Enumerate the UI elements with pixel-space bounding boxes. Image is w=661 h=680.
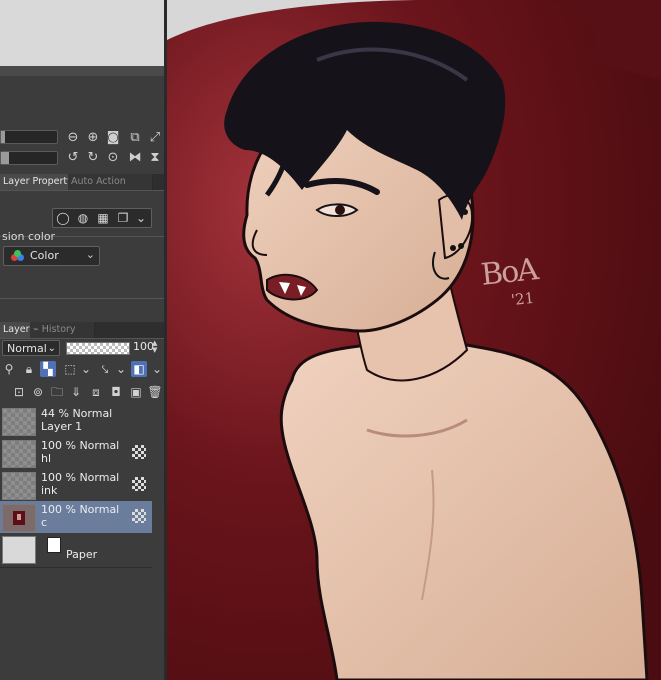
chevron-down-icon[interactable]: ⌄ — [133, 210, 149, 226]
transfer-down-icon[interactable]: ⇓ — [68, 384, 84, 400]
paper-icon — [47, 537, 61, 553]
layer-meta: 100 % Normal c — [41, 503, 119, 529]
layer-thumbnail — [2, 536, 36, 564]
paper-layer-name: Paper — [66, 548, 98, 561]
layer-thumbnail — [2, 504, 36, 532]
zoom-in-icon[interactable]: ⊕ — [85, 130, 101, 146]
create-mask-icon[interactable]: ◘ — [108, 384, 124, 400]
layer-name: c — [41, 516, 48, 529]
layer-meta: 100 % Normal hl — [41, 439, 119, 465]
clip-icon[interactable]: ⬚ — [62, 361, 78, 377]
transparency-lock-icon — [132, 445, 146, 459]
layer-row[interactable]: 100 % Normal hl — [0, 437, 152, 470]
artist-signature-year: '21 — [510, 288, 536, 310]
layer-thumbnail — [2, 472, 36, 500]
fit-window-icon[interactable]: ⤢ — [147, 130, 163, 146]
opacity-slider[interactable] — [66, 342, 130, 355]
chevron-down-icon[interactable]: ⌄ — [113, 361, 129, 377]
border-effect-icon[interactable]: ◯ — [55, 210, 71, 226]
mask-icon[interactable]: ⤥ — [97, 361, 113, 377]
navigator-preview — [0, 0, 166, 66]
layer-opacity-mode: 100 % Normal — [41, 439, 120, 452]
reference-layer-icon[interactable]: ⚲ — [1, 361, 17, 377]
tab-layer[interactable]: Layer — [0, 322, 33, 338]
chevron-down-icon: ⌄ — [85, 248, 95, 261]
layer-effect-buttons: ◯ ◍ ▦ ❐ ⌄ — [52, 208, 152, 228]
layer-color-icon[interactable]: ◧ — [131, 361, 147, 377]
layer-opacity-mode: 100 % Normal — [41, 503, 120, 516]
panel-header — [0, 66, 166, 76]
layer-color-icon[interactable]: ❐ — [115, 210, 131, 226]
expression-color-icon[interactable]: ◍ — [75, 210, 91, 226]
actual-size-icon[interactable]: ⧉ — [127, 130, 143, 146]
layer-row[interactable]: 44 % Normal Layer 1 — [0, 405, 152, 438]
layer-row[interactable]: 100 % Normal ink — [0, 469, 152, 502]
flip-horizontal-icon[interactable]: ⧓ — [127, 150, 143, 166]
zoom-out-icon[interactable]: ⊖ — [65, 130, 81, 146]
lock-transparent-icon[interactable]: ▚ — [40, 361, 56, 377]
thumbnail-art — [13, 511, 25, 525]
rotate-right-icon[interactable]: ↻ — [85, 150, 101, 166]
rotate-left-icon[interactable]: ↺ — [65, 150, 81, 166]
fit-icon[interactable]: ◙ — [105, 130, 121, 146]
new-raster-layer-icon[interactable]: ⊡ — [11, 384, 27, 400]
canvas[interactable]: BoA '21 — [167, 0, 661, 680]
expression-color-label: sion color — [2, 230, 56, 243]
tab-history-label: History — [41, 324, 76, 335]
blend-mode-value: Normal — [7, 342, 47, 355]
blend-mode-select[interactable]: Normal ⌄ — [2, 340, 60, 356]
layer-opacity-mode: 100 % Normal — [41, 471, 120, 484]
opacity-value[interactable]: 100 — [133, 340, 154, 353]
layer-thumbnail — [2, 440, 36, 468]
rotate-slider[interactable] — [0, 151, 58, 165]
layer-meta: 44 % Normal Layer 1 — [41, 407, 112, 433]
divider — [0, 298, 164, 299]
color-select-value: Color — [30, 249, 59, 262]
expression-color-select[interactable]: Color ⌄ — [3, 246, 100, 266]
layer-tabbar: Layer ⌁ History — [0, 322, 164, 339]
tab-layer-property[interactable]: Layer Property — [0, 174, 73, 190]
chevron-down-icon[interactable]: ⌄ — [149, 361, 165, 377]
transparency-lock-icon — [132, 509, 146, 523]
layer-opacity-mode: 44 % Normal — [41, 407, 113, 420]
layer-row-selected[interactable]: 100 % Normal c — [0, 501, 152, 534]
flip-vertical-icon[interactable]: ⧗ — [147, 150, 163, 166]
chevron-down-icon: ⌄ — [47, 343, 56, 354]
layer-thumbnail — [2, 408, 36, 436]
apply-mask-icon[interactable]: ▣ — [128, 384, 144, 400]
property-tabbar: Layer Property Auto Action — [0, 174, 164, 191]
new-folder-icon[interactable]: 🗀︎ — [49, 384, 65, 400]
tone-icon[interactable]: ▦ — [95, 210, 111, 226]
layer-name: ink — [41, 484, 58, 497]
chevron-down-icon[interactable]: ⌄ — [78, 361, 94, 377]
delete-layer-icon[interactable]: 🗑︎ — [147, 384, 163, 400]
lock-icon[interactable]: 🔒︎ — [21, 361, 37, 377]
artwork — [167, 0, 661, 680]
opacity-spinner-icon[interactable]: ▲ ▼ — [152, 340, 157, 354]
layer-name: Layer 1 — [41, 420, 83, 433]
zoom-slider[interactable] — [0, 130, 58, 144]
new-vector-layer-icon[interactable]: ⊚ — [30, 384, 46, 400]
tab-history[interactable]: ⌁ History — [30, 322, 95, 338]
layer-meta: 100 % Normal ink — [41, 471, 119, 497]
transparency-lock-icon — [132, 477, 146, 491]
color-wheel-icon — [11, 250, 25, 262]
layer-name: hl — [41, 452, 52, 465]
tab-auto-action[interactable]: Auto Action — [68, 174, 153, 190]
reset-rotation-icon[interactable]: ⊙ — [105, 150, 121, 166]
artist-signature: BoA — [479, 252, 539, 293]
merge-down-icon[interactable]: ⧈ — [88, 384, 104, 400]
